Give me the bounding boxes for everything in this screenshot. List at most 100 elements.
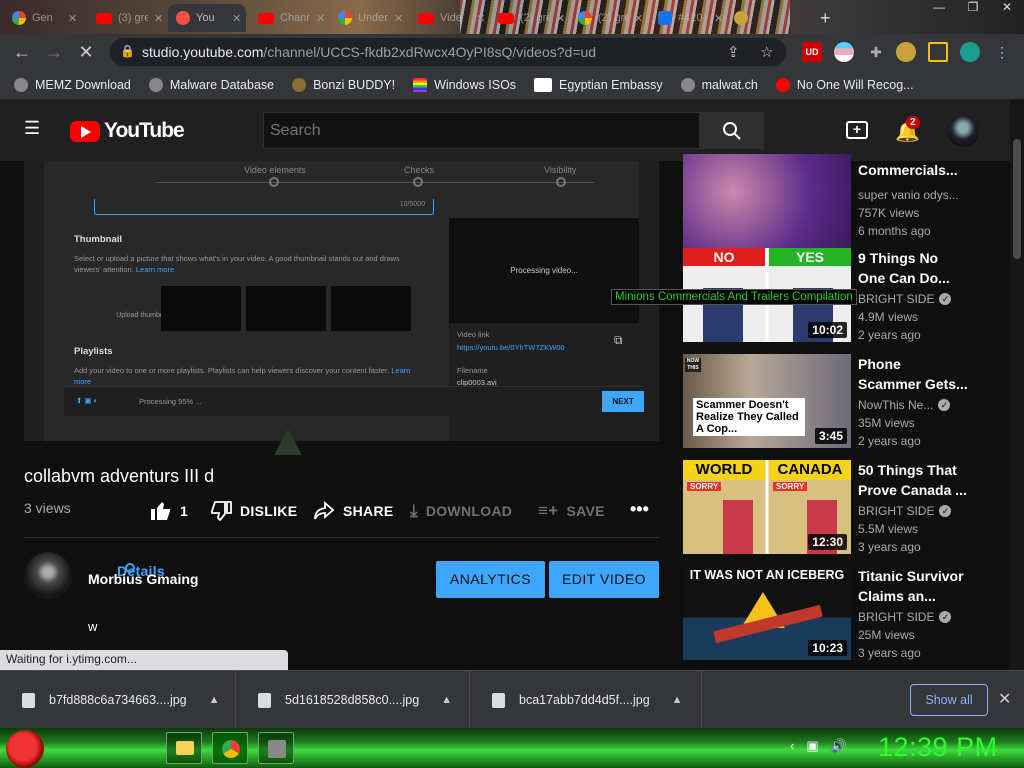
- bookmark-malware-database[interactable]: Malware Database: [148, 77, 274, 92]
- close-downloads-icon[interactable]: ✕: [998, 689, 1011, 709]
- browser-tab[interactable]: (2) gre ✕: [570, 4, 648, 32]
- channel-link[interactable]: BRIGHT SIDE ✓: [858, 610, 952, 624]
- app-icon[interactable]: [258, 732, 294, 764]
- save-button[interactable]: ≡+ SAVE: [538, 501, 605, 521]
- download-button[interactable]: ⤓ DOWNLOAD: [410, 501, 512, 521]
- chevron-up-icon[interactable]: ▲: [672, 694, 683, 706]
- step-video-elements: Video elements: [244, 165, 306, 175]
- close-window-button[interactable]: ✕: [990, 0, 1024, 20]
- extension-icon[interactable]: [896, 42, 916, 62]
- hamburger-menu-icon[interactable]: ☰: [24, 119, 44, 137]
- video-thumbnail[interactable]: WORLD CANADA SORRY SORRY 12:30: [683, 460, 851, 554]
- search-button[interactable]: [700, 112, 764, 149]
- taskbar-clock[interactable]: 12:39 PM: [878, 732, 998, 763]
- browser-tab[interactable]: #420 ✕: [650, 4, 728, 32]
- browser-tab[interactable]: (2) gre ✕: [490, 4, 568, 32]
- close-tab-icon[interactable]: ✕: [394, 12, 403, 25]
- download-item[interactable]: bca17abb7dd4d5f....jpg ▲: [470, 671, 702, 729]
- bookmark-youtube-video[interactable]: No One Will Recog...: [775, 77, 914, 92]
- video-thumbnail[interactable]: [683, 154, 851, 248]
- stop-loading-icon[interactable]: ✕: [74, 40, 98, 64]
- browser-tab[interactable]: Under ✕: [330, 4, 408, 32]
- ublock-extension-icon[interactable]: UD: [802, 42, 822, 62]
- profile-avatar[interactable]: [960, 42, 980, 62]
- close-tab-icon[interactable]: ✕: [714, 12, 723, 25]
- file-explorer-icon[interactable]: [166, 732, 202, 764]
- tray-chevron-icon[interactable]: ‹: [790, 738, 794, 754]
- bookmark-memz[interactable]: MEMZ Download: [14, 77, 131, 92]
- browser-tab-strip: Gen ✕ (3) gre ✕ You ✕ Chann ✕ Under ✕ Vide ✕ (…: [0, 0, 1024, 34]
- address-bar[interactable]: 🔒 studio.youtube.com/channel/UCCS-fkdb2x…: [110, 38, 786, 66]
- video-thumbnail[interactable]: NOW THIS Scammer Doesn't Realize They Ca…: [683, 354, 851, 448]
- create-video-icon[interactable]: +: [846, 121, 868, 139]
- bookmark-windows-isos[interactable]: Windows ISOs: [413, 77, 516, 92]
- analytics-button[interactable]: ANALYTICS: [436, 561, 545, 598]
- channel-link[interactable]: BRIGHT SIDE ✓: [858, 292, 952, 306]
- menu-kebab-icon[interactable]: ⋮: [992, 42, 1012, 62]
- show-all-downloads-button[interactable]: Show all: [910, 684, 988, 716]
- recommended-video[interactable]: WORLD CANADA SORRY SORRY 12:30 50 Things…: [683, 460, 993, 556]
- close-tab-icon[interactable]: ✕: [634, 12, 643, 25]
- share-icon[interactable]: ⇪: [727, 43, 740, 61]
- puzzle-extensions-icon[interactable]: ✚: [866, 42, 886, 62]
- side-panel-icon[interactable]: [928, 42, 948, 62]
- youtube-logo[interactable]: YouTube: [70, 119, 185, 143]
- chevron-up-icon[interactable]: ▲: [209, 694, 220, 706]
- close-tab-icon[interactable]: ✕: [232, 12, 241, 25]
- channel-link[interactable]: super vanio odys...: [858, 188, 959, 202]
- search-input[interactable]: [263, 112, 700, 149]
- dislike-button[interactable]: DISLIKE: [210, 501, 297, 521]
- like-button[interactable]: 1: [150, 501, 188, 521]
- pride-extension-icon[interactable]: [834, 42, 854, 62]
- bookmark-egyptian-embassy[interactable]: Egyptian Embassy: [534, 77, 663, 92]
- channel-avatar[interactable]: [24, 552, 72, 600]
- recommended-video[interactable]: IT WAS NOT AN ICEBERG 10:23 Titanic Surv…: [683, 566, 993, 662]
- close-tab-icon[interactable]: ✕: [68, 12, 77, 25]
- video-player[interactable]: Details Video elements Checks Visibility…: [24, 161, 659, 579]
- browser-tab[interactable]: (3) gre ✕: [88, 4, 166, 32]
- scrollbar-thumb[interactable]: [1013, 139, 1021, 259]
- close-tab-icon[interactable]: ✕: [476, 12, 485, 25]
- browser-tab[interactable]: Chann ✕: [250, 4, 328, 32]
- close-tab-icon[interactable]: ✕: [316, 12, 325, 25]
- edit-video-button[interactable]: EDIT VIDEO: [549, 561, 659, 598]
- browser-tab[interactable]: Gen ✕: [4, 4, 82, 32]
- bookmark-malwatch[interactable]: malwat.ch: [680, 77, 758, 92]
- video-thumbnail[interactable]: IT WAS NOT AN ICEBERG 10:23: [683, 566, 851, 660]
- volume-icon[interactable]: 🔊: [831, 738, 847, 754]
- close-tab-icon[interactable]: ✕: [154, 12, 163, 25]
- thumbnail-option: [161, 286, 241, 331]
- channel-link[interactable]: BRIGHT SIDE ✓: [858, 504, 952, 518]
- maximize-button[interactable]: ❐: [956, 0, 990, 20]
- chrome-icon[interactable]: [212, 732, 248, 764]
- share-button[interactable]: SHARE: [313, 501, 394, 521]
- channel-link[interactable]: NowThis Ne... ✓: [858, 398, 951, 412]
- more-actions-icon[interactable]: •••: [630, 499, 649, 520]
- new-tab-button[interactable]: +: [812, 4, 842, 32]
- back-icon[interactable]: ←: [10, 40, 34, 64]
- recommended-video[interactable]: NOW THIS Scammer Doesn't Realize They Ca…: [683, 354, 993, 450]
- browser-tab-active[interactable]: You ✕: [168, 4, 246, 32]
- download-item[interactable]: b7fd888c6a734663....jpg ▲: [0, 671, 236, 729]
- recommended-video[interactable]: Commercials... super vanio odys... 757K …: [683, 154, 993, 250]
- bookmark-star-icon[interactable]: ☆: [760, 43, 773, 61]
- close-tab-icon[interactable]: ✕: [556, 12, 565, 25]
- download-item[interactable]: 5d1618528d858c0....jpg ▲: [236, 671, 470, 729]
- account-avatar[interactable]: [947, 115, 979, 147]
- network-icon[interactable]: ▣: [806, 738, 818, 754]
- minimize-button[interactable]: —: [922, 0, 956, 20]
- start-button-angry-bird-icon[interactable]: [6, 730, 44, 768]
- playlists-heading: Playlists: [74, 346, 113, 357]
- url-text[interactable]: studio.youtube.com/channel/UCCS-fkdb2xdR…: [142, 44, 596, 60]
- lock-icon[interactable]: 🔒: [120, 44, 135, 58]
- chevron-up-icon[interactable]: ▲: [441, 694, 452, 706]
- forward-icon[interactable]: →: [42, 40, 66, 64]
- google-icon: [12, 11, 26, 25]
- page-scrollbar[interactable]: [1010, 99, 1024, 670]
- channel-name[interactable]: Morbius Gmaing: [88, 571, 198, 587]
- youtube-studio-icon: [176, 11, 190, 25]
- bookmark-bonzi-buddy[interactable]: Bonzi BUDDY!: [292, 77, 395, 92]
- browser-tab[interactable]: [726, 4, 766, 32]
- browser-tab[interactable]: Vide ✕: [410, 4, 488, 32]
- next-button: NEXT: [602, 391, 644, 412]
